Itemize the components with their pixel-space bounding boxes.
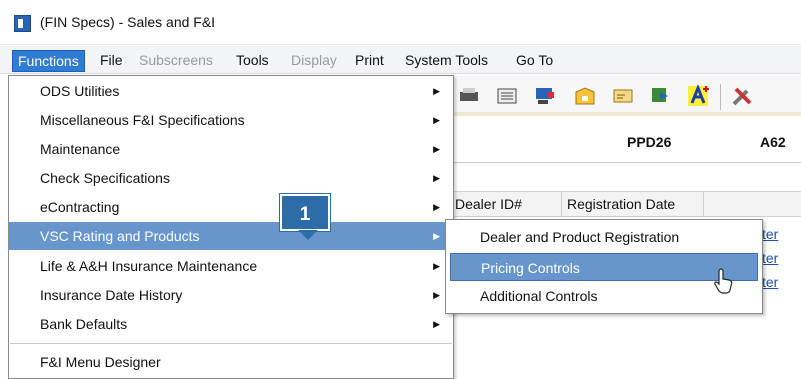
- menu-functions[interactable]: Functions: [12, 50, 85, 72]
- menu-item-label: Bank Defaults: [40, 316, 128, 332]
- menu-tools[interactable]: Tools: [231, 50, 274, 72]
- menu-item-bank-defaults[interactable]: Bank Defaults ▶: [9, 310, 453, 338]
- column-registration-date[interactable]: Registration Date: [562, 192, 704, 217]
- menu-file[interactable]: File: [95, 50, 128, 72]
- menu-item-check-specifications[interactable]: Check Specifications ▶: [9, 164, 453, 192]
- menu-print[interactable]: Print: [350, 50, 389, 72]
- submenu-item-pricing-controls[interactable]: Pricing Controls: [450, 253, 758, 281]
- title-bar: (FIN Specs) - Sales and F&I: [0, 0, 801, 45]
- menu-separator: [10, 343, 452, 344]
- menu-item-vsc-rating-and-products[interactable]: VSC Rating and Products ▶: [9, 222, 453, 250]
- ppd-label: PPD26: [627, 134, 672, 150]
- submenu-arrow-icon: ▶: [433, 319, 440, 329]
- submenu-arrow-icon: ▶: [433, 261, 440, 271]
- tools-icon[interactable]: [730, 84, 756, 108]
- submenu-arrow-icon: ▶: [433, 173, 440, 183]
- submenu-item-additional-controls[interactable]: Additional Controls: [450, 282, 758, 310]
- functions-menu: ODS Utilities ▶ Miscellaneous F&I Specif…: [8, 75, 454, 379]
- content-divider: [450, 162, 801, 163]
- menu-display: Display: [291, 52, 337, 68]
- toolbar-separator: [720, 84, 721, 110]
- menu-item-insurance-date-history[interactable]: Insurance Date History ▶: [9, 281, 453, 309]
- menu-item-fi-menu-designer[interactable]: F&I Menu Designer: [9, 348, 453, 376]
- submenu-arrow-icon: ▶: [433, 86, 440, 96]
- menu-item-label: Maintenance: [40, 141, 121, 157]
- menu-item-label: Life & A&H Insurance Maintenance: [40, 258, 258, 274]
- app-icon: [14, 15, 31, 32]
- keyboard-icon[interactable]: [494, 84, 520, 108]
- a62-label: A62: [760, 134, 786, 150]
- menu-item-misc-fi-specifications[interactable]: Miscellaneous F&I Specifications ▶: [9, 106, 453, 134]
- printer-icon[interactable]: [456, 84, 482, 108]
- menu-item-label: Insurance Date History: [40, 287, 183, 303]
- card-icon[interactable]: [610, 84, 636, 108]
- submenu-item-dealer-product-registration[interactable]: Dealer and Product Registration: [450, 223, 758, 251]
- menu-item-label: Check Specifications: [40, 170, 170, 186]
- vsc-submenu: Dealer and Product Registration Pricing …: [445, 219, 763, 314]
- column-dealer-id[interactable]: Dealer ID#: [450, 192, 562, 217]
- menu-item-label: eContracting: [40, 199, 120, 215]
- menu-item-life-ah-insurance[interactable]: Life & A&H Insurance Maintenance ▶: [9, 252, 453, 280]
- register-link[interactable]: ter: [762, 274, 778, 290]
- submenu-arrow-icon: ▶: [433, 290, 440, 300]
- register-link[interactable]: ter: [762, 226, 778, 242]
- menu-item-label: Miscellaneous F&I Specifications: [40, 112, 245, 128]
- submenu-arrow-icon: ▶: [433, 202, 440, 212]
- mouse-pointer-icon: [714, 268, 733, 294]
- menu-item-label: F&I Menu Designer: [40, 354, 161, 370]
- menu-subscreens: Subscreens: [139, 52, 213, 68]
- register-link[interactable]: ter: [762, 250, 778, 266]
- menu-item-label: ODS Utilities: [40, 83, 120, 99]
- menu-item-ods-utilities[interactable]: ODS Utilities ▶: [9, 77, 453, 105]
- submenu-arrow-icon: ▶: [433, 144, 440, 154]
- menu-item-econtracting[interactable]: eContracting ▶: [9, 193, 453, 221]
- menu-item-maintenance[interactable]: Maintenance ▶: [9, 135, 453, 163]
- menu-go-to[interactable]: Go To: [511, 50, 558, 72]
- window-title: (FIN Specs) - Sales and F&I: [40, 14, 216, 30]
- menu-item-label: VSC Rating and Products: [40, 228, 200, 244]
- menu-bar: Functions File Subscreens Tools Display …: [0, 46, 801, 74]
- folder-icon[interactable]: [572, 84, 598, 108]
- submenu-arrow-icon: ▶: [433, 231, 440, 241]
- step-callout-badge: 1: [280, 194, 330, 240]
- grid-header: Dealer ID# Registration Date: [450, 191, 801, 217]
- menu-system-tools[interactable]: System Tools: [400, 50, 493, 72]
- submenu-arrow-icon: ▶: [433, 115, 440, 125]
- font-add-icon[interactable]: [686, 84, 712, 108]
- toolbar: [450, 76, 801, 116]
- arrow-icon[interactable]: [648, 84, 674, 108]
- computer-icon[interactable]: [532, 84, 558, 108]
